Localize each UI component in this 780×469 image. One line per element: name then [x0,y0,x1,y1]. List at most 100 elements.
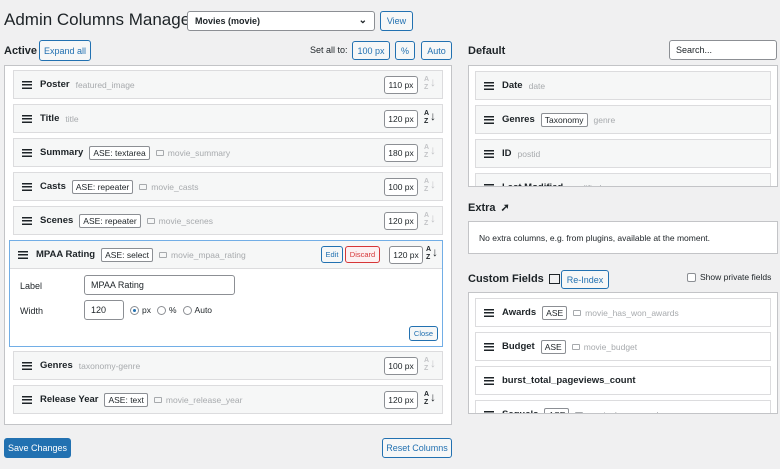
reindex-button[interactable]: Re-Index [561,270,609,289]
column-meta-text: postid [517,148,541,159]
unit-auto-radio[interactable]: Auto [182,305,213,315]
view-button[interactable]: View [380,11,413,31]
drag-handle-icon[interactable] [484,81,494,90]
drag-handle-icon[interactable] [484,342,494,351]
column-meta: taxonomy-genre [79,361,140,371]
sort-icon[interactable]: A Z ↓ [424,357,436,375]
close-button[interactable]: Close [409,326,438,341]
show-private-checkbox[interactable] [687,272,696,282]
column-row[interactable]: Title title 120 px A Z ↓ [13,104,443,133]
field-icon [575,411,584,413]
sort-icon[interactable]: A Z ↓ [424,110,436,128]
column-meta-text: movie_release_year [165,394,243,405]
drag-handle-icon[interactable] [484,410,494,413]
post-type-select-value: Movies (movie) [195,16,261,26]
column-row[interactable]: Budget ASE movie_budget [475,332,771,361]
column-width-box[interactable]: 180 px [384,144,418,162]
drag-handle-icon[interactable] [22,148,32,157]
drag-handle-icon[interactable] [484,149,494,158]
unit-px-radio[interactable]: px [130,305,151,315]
column-row[interactable]: Last Modified modified [475,173,771,187]
unit-percent-radio[interactable]: % [156,305,177,315]
drag-handle-icon[interactable] [22,114,32,123]
column-meta: title [65,114,78,124]
column-type-badge: ASE [542,305,568,320]
column-width-box[interactable]: 120 px [389,246,423,264]
expanded-column-header[interactable]: MPAA Rating ASE: select movie_mpaa_ratin… [10,241,442,269]
sort-icon[interactable]: A Z ↓ [424,178,436,196]
column-meta: movie_has_sequels [575,410,663,413]
drag-handle-icon[interactable] [484,183,494,186]
search-input[interactable]: Search... [669,40,777,60]
column-row[interactable]: Summary ASE: textarea movie_summary 180 px A… [13,138,443,167]
column-width-box[interactable]: 100 px [384,178,418,196]
column-row[interactable]: ID postid [475,139,771,168]
column-width-box[interactable]: 120 px [384,212,418,230]
reset-columns-button[interactable]: Reset Columns [382,438,452,458]
drag-handle-icon[interactable] [22,80,32,89]
radio-percent-indicator [156,305,166,315]
column-row[interactable]: Poster featured_image 110 px A Z ↓ [13,70,443,99]
column-meta: movie_release_year [153,394,243,405]
column-width-box[interactable]: 120 px [384,110,418,128]
sort-icon[interactable]: A Z ↓ [424,391,436,409]
plug-icon: ➚ [500,202,510,214]
default-columns-panel: Date date Genres Taxonomy genre ID postid Last … [468,65,778,187]
column-row[interactable]: Date date [475,71,771,100]
drag-handle-icon[interactable] [22,182,32,191]
radio-auto-indicator [182,305,192,315]
column-title: Genres [40,360,73,371]
column-width-box[interactable]: 110 px [384,76,418,94]
sort-icon[interactable]: A Z ↓ [426,246,438,264]
column-row[interactable]: Sequels ASE movie_has_sequels [475,400,771,413]
column-type-badge: ASE: text [104,392,148,407]
column-row[interactable]: Awards ASE movie_has_won_awards [475,298,771,327]
drag-handle-icon[interactable] [22,361,32,370]
column-title: Release Year [40,394,99,405]
column-meta: date [529,81,546,91]
column-meta-text: movie_casts [151,181,199,192]
extra-title: Extra ➚ [468,201,510,215]
set-all-auto-button[interactable]: Auto [421,41,452,60]
show-private-toggle[interactable]: Show private fields [687,272,771,282]
set-all-px-button[interactable]: 100 px [352,41,390,60]
column-row[interactable]: Scenes ASE: repeater movie_scenes 120 px A Z ↓ [13,206,443,235]
column-meta: movie_casts [139,181,199,192]
drag-handle-icon[interactable] [484,115,494,124]
set-all-percent-button[interactable]: % [395,41,415,60]
column-row[interactable]: Genres Taxonomy genre [475,105,771,134]
column-row[interactable]: Genres taxonomy-genre 100 px A Z ↓ [13,351,443,380]
column-width-box[interactable]: 120 px [384,391,418,409]
column-row[interactable]: Casts ASE: repeater movie_casts 100 px A Z ↓ [13,172,443,201]
column-meta-text: movie_scenes [158,215,214,226]
expand-all-button[interactable]: Expand all [39,40,91,61]
discard-button[interactable]: Discard [345,246,380,263]
show-private-label: Show private fields [700,272,772,282]
drag-handle-icon[interactable] [484,308,494,317]
column-type-badge: ASE: repeater [79,213,141,228]
custom-fields-title: Custom Fields [468,273,560,285]
drag-handle-icon[interactable] [484,376,494,385]
drag-handle-icon[interactable] [18,250,28,259]
drag-handle-icon[interactable] [22,216,32,225]
column-row[interactable]: Release Year ASE: text movie_release_year 1… [13,385,443,414]
sort-icon[interactable]: A Z ↓ [424,212,436,230]
width-field-label: Width [20,306,44,316]
sort-icon[interactable]: A Z ↓ [424,76,436,94]
column-width-box[interactable]: 100 px [384,357,418,375]
column-title: Genres [502,114,535,125]
post-type-select[interactable]: Movies (movie) ⌄ [187,11,375,31]
column-meta: genre [594,115,616,125]
unit-auto-label: Auto [194,305,213,315]
edit-button[interactable]: Edit [321,246,343,263]
field-icon [155,149,164,156]
set-all-to-label: Set all to: [310,45,348,55]
sort-icon[interactable]: A Z ↓ [424,144,436,162]
label-field-input[interactable]: MPAA Rating [84,275,235,295]
field-icon [139,183,148,190]
width-field-input[interactable]: 120 [84,300,124,320]
column-meta: modified [569,183,601,187]
save-changes-button[interactable]: Save Changes [4,438,71,458]
column-row[interactable]: burst_total_pageviews_count [475,366,771,395]
drag-handle-icon[interactable] [22,395,32,404]
